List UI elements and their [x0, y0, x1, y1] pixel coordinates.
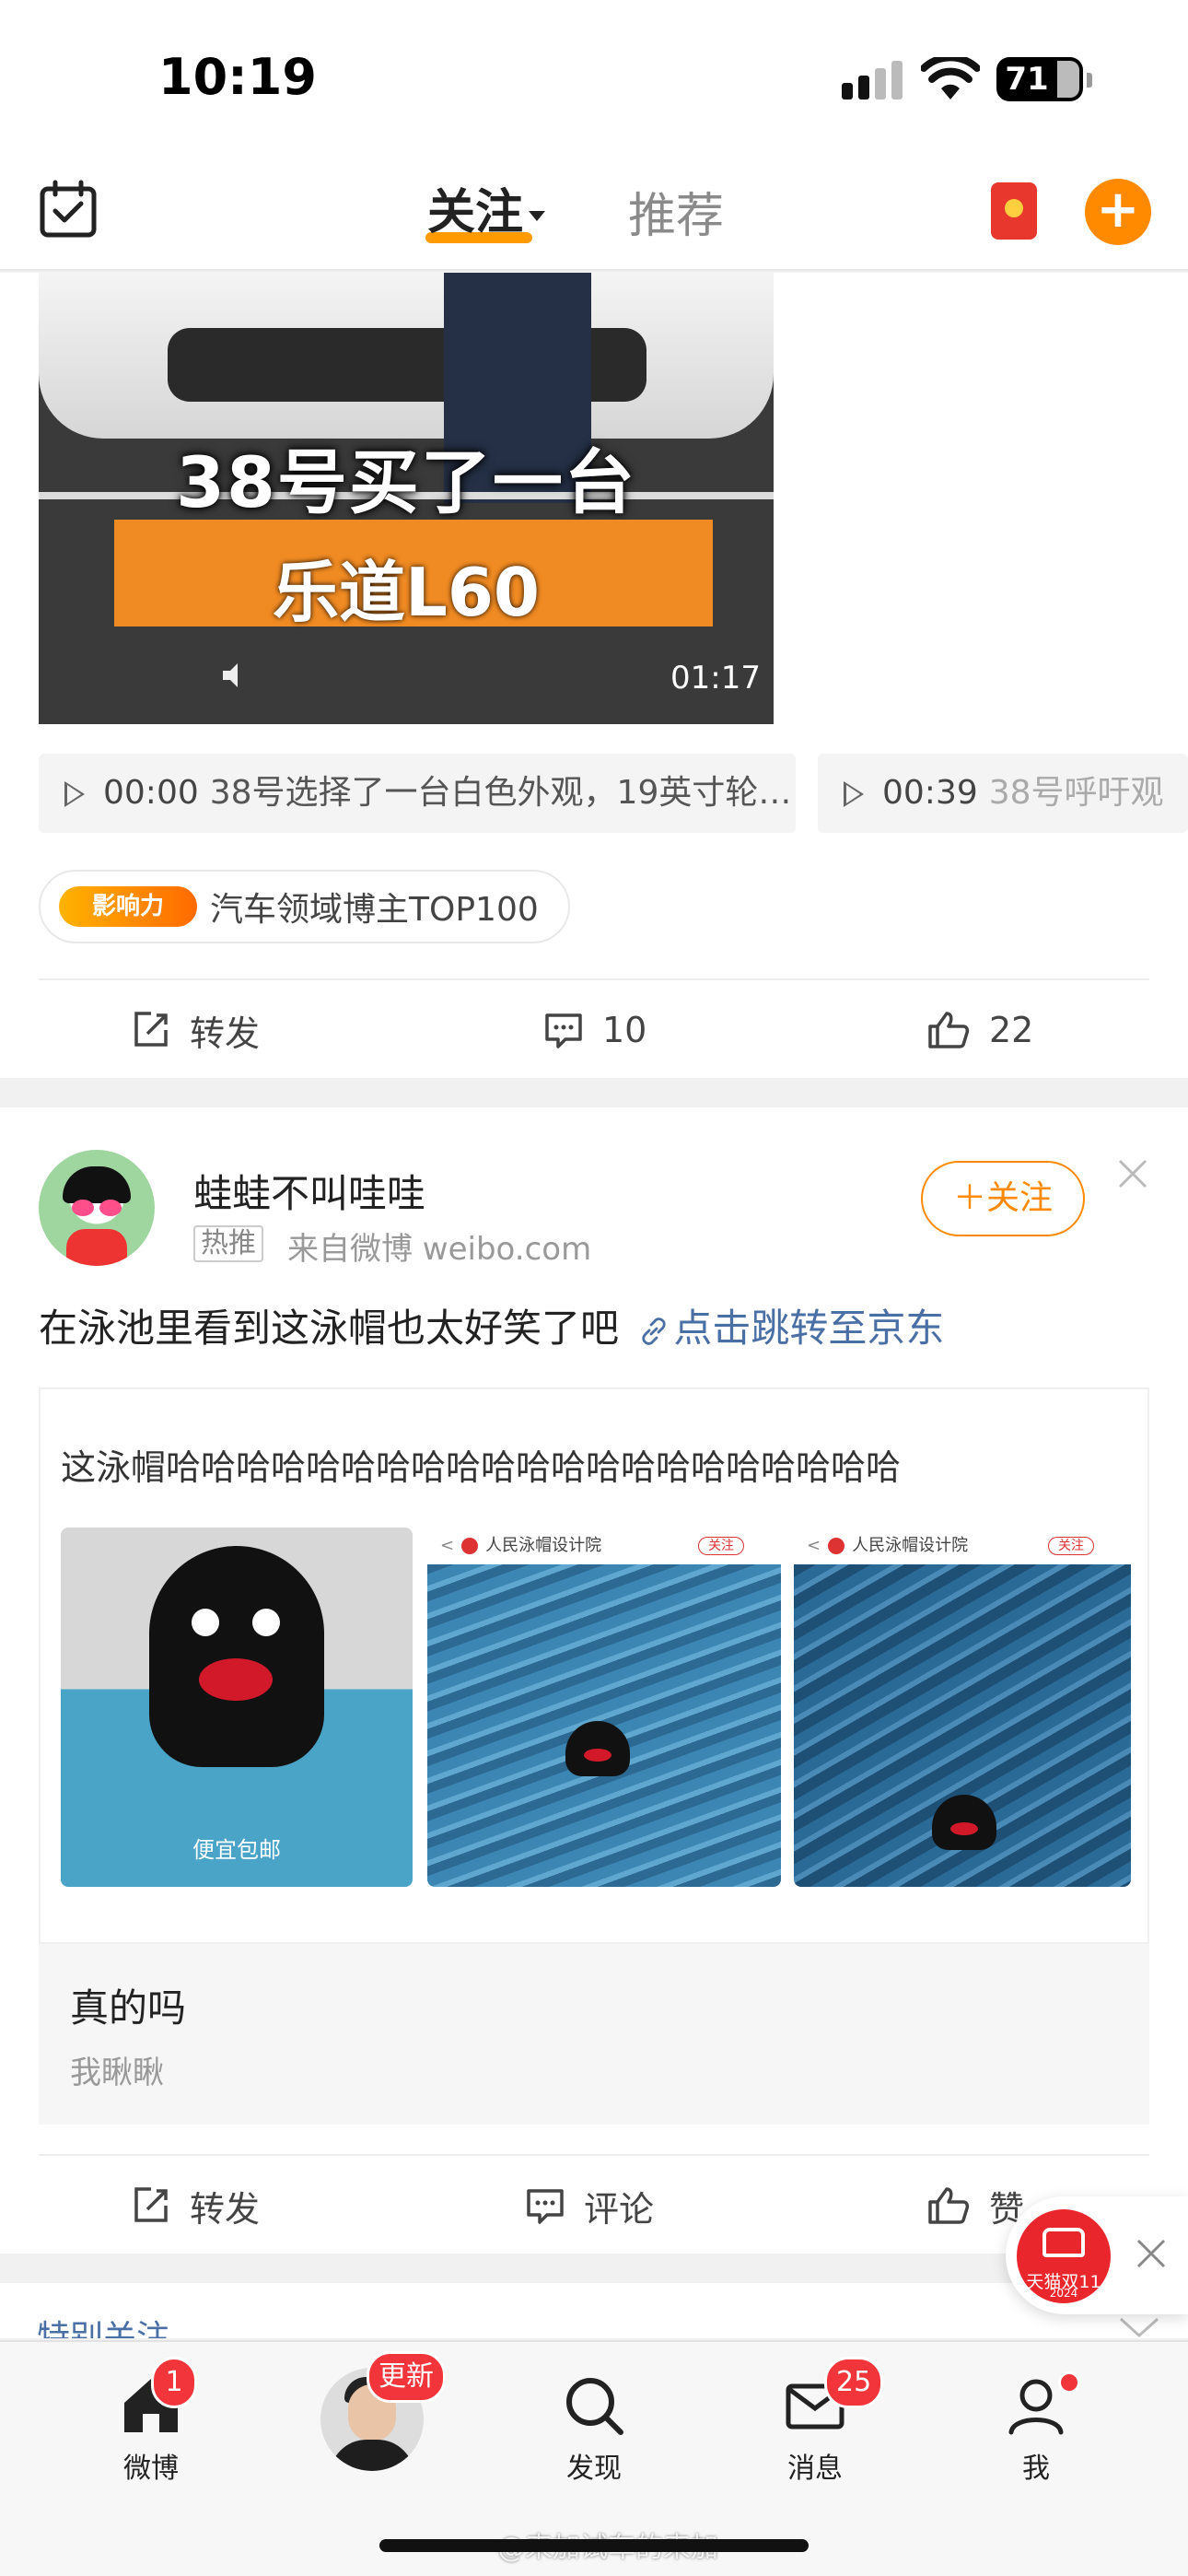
tab-label: 发现	[566, 2453, 622, 2485]
preview-image-header: < 人民泳帽设计院 关注	[794, 1528, 1131, 1564]
status-time: 10:19	[158, 48, 317, 106]
home-indicator	[379, 2539, 809, 2552]
close-icon[interactable]	[1135, 2237, 1168, 2270]
preview-headline: 真的吗	[70, 1985, 187, 2031]
comment-button[interactable]: 10	[543, 980, 646, 1080]
hot-push-tag: 热推	[193, 1225, 263, 1262]
video-player[interactable]: 38号买了一台 乐道L60 01:17	[39, 273, 774, 724]
preview-subline: 我瞅瞅	[70, 2055, 164, 2091]
preview-account-name: 人民泳帽设计院	[485, 1536, 602, 1555]
special-follow-label: 特别关注	[37, 2319, 170, 2338]
mute-icon[interactable]	[221, 660, 239, 691]
repost-label: 转发	[190, 1013, 261, 1054]
comment-icon	[545, 1013, 582, 1048]
compose-button[interactable]: +	[1085, 179, 1151, 245]
tab-label: 我	[1022, 2453, 1050, 2485]
video-caption-line1: 38号买了一台	[176, 441, 636, 523]
influence-badge-icon: 影响力	[59, 886, 197, 927]
user-avatar[interactable]	[39, 1150, 155, 1266]
video-frame-car	[39, 273, 774, 439]
repost-label: 转发	[190, 2188, 261, 2230]
chapter-text: 38号选择了一台白色外观，19英寸轮…	[209, 774, 792, 812]
play-icon	[844, 781, 864, 807]
preview-image-caption: 便宜包邮	[192, 1837, 281, 1863]
chevron-down-icon[interactable]	[1118, 2316, 1160, 2338]
thumbs-up-icon	[928, 2187, 970, 2224]
search-icon	[566, 2378, 623, 2435]
video-chapter-2[interactable]: 00:39 38号呼吁观	[818, 754, 1188, 833]
comment-button[interactable]: 评论	[525, 2156, 654, 2255]
post-action-bar: 转发 10 22	[39, 978, 1149, 1078]
follow-button[interactable]: ＋关注	[921, 1161, 1085, 1236]
preview-image-1: 便宜包邮	[61, 1528, 413, 1887]
preview-image-3: < 人民泳帽设计院 关注	[794, 1528, 1131, 1887]
chapter-time: 00:39	[882, 774, 978, 812]
video-chapter-1[interactable]: 00:00 38号选择了一台白色外观，19英寸轮…	[39, 754, 796, 833]
special-follow-section[interactable]: 特别关注	[0, 2283, 1188, 2338]
tab-me[interactable]: 我	[972, 2368, 1101, 2486]
link-preview-card[interactable]: 这泳帽哈哈哈哈哈哈哈哈哈哈哈哈哈哈哈哈哈哈哈哈哈 便宜包邮 < 人民泳帽设计院 关注…	[39, 1388, 1149, 2125]
tmall-logo[interactable]: 天猫双11 2024	[1017, 2209, 1111, 2303]
influence-badge-label: 汽车领域博主TOP100	[210, 891, 539, 929]
video-duration: 01:17	[670, 660, 761, 697]
tab-recommend[interactable]: 推荐	[628, 177, 724, 246]
jd-link[interactable]: 点击跳转至京东	[673, 1306, 944, 1351]
thumbs-up-icon	[928, 1012, 970, 1048]
video-caption-line2: 乐道L60	[272, 554, 541, 631]
play-icon	[64, 781, 85, 807]
caret-down-icon	[529, 210, 546, 221]
post-action-bar: 转发 评论 赞	[39, 2154, 1149, 2254]
preview-title: 这泳帽哈哈哈哈哈哈哈哈哈哈哈哈哈哈哈哈哈哈哈哈哈	[61, 1447, 902, 1488]
status-bar: 10:19 71	[0, 0, 1188, 157]
comment-icon	[527, 2189, 564, 2224]
top-nav: 关注 推荐 +	[0, 157, 1188, 271]
influence-badge[interactable]: 影响力 汽车领域博主TOP100	[39, 870, 570, 943]
red-packet-icon[interactable]	[991, 182, 1037, 240]
like-button[interactable]: 22	[926, 980, 1033, 1080]
post-source: 来自微博 weibo.com	[287, 1231, 592, 1268]
tab-discover[interactable]: 发现	[530, 2368, 658, 2486]
message-badge: 25	[824, 2357, 884, 2408]
battery-level: 71	[1005, 61, 1049, 98]
like-count: 22	[989, 1010, 1034, 1050]
post-body: 在泳池里看到这泳帽也太好笑了吧	[39, 1306, 620, 1351]
post-card-1: 38号买了一台 乐道L60 01:17 00:00 38号选择了一台白色外观，19…	[0, 273, 1188, 1078]
link-icon	[642, 1317, 667, 1345]
chapter-time: 00:00	[103, 774, 199, 812]
preview-follow-tag: 关注	[698, 1537, 744, 1555]
notification-dot	[1058, 2371, 1080, 2394]
close-icon[interactable]	[1116, 1157, 1149, 1190]
update-badge: 更新	[367, 2351, 446, 2403]
repost-icon	[134, 1012, 168, 1047]
wifi-icon	[921, 57, 980, 100]
preview-image-2: < 人民泳帽设计院 关注	[427, 1528, 781, 1887]
repost-button[interactable]: 转发	[131, 2156, 260, 2255]
preview-account-name: 人民泳帽设计院	[852, 1536, 969, 1555]
comment-count: 10	[602, 1010, 647, 1050]
tab-label: 微博	[123, 2453, 179, 2485]
notification-badge: 1	[151, 2357, 197, 2408]
promo-year: 2024	[1049, 2287, 1078, 2300]
tab-follow[interactable]: 关注	[427, 173, 546, 242]
chapter-text: 38号呼吁观	[988, 774, 1164, 812]
tab-weibo[interactable]: 1 微博	[87, 2357, 215, 2486]
cellular-signal-icon	[842, 61, 903, 100]
preview-follow-tag: 关注	[1048, 1537, 1094, 1555]
preview-image-header: < 人民泳帽设计院 关注	[427, 1528, 781, 1564]
tab-follow-label: 关注	[427, 185, 524, 240]
comment-label: 评论	[584, 2188, 655, 2230]
preview-image-area: 这泳帽哈哈哈哈哈哈哈哈哈哈哈哈哈哈哈哈哈哈哈哈哈 便宜包邮 < 人民泳帽设计院 关注…	[39, 1388, 1149, 1944]
tab-label: 消息	[787, 2453, 843, 2485]
post-card-2: 蛙蛙不叫哇哇 热推 来自微博 weibo.com ＋关注 在泳池里看到这泳帽也太…	[0, 1107, 1188, 2254]
tmall-promo-float[interactable]: 天猫双11 2024	[1006, 2196, 1188, 2314]
calendar-check-icon[interactable]	[39, 180, 98, 239]
repost-icon	[134, 2187, 168, 2222]
post-text: 在泳池里看到这泳帽也太好笑了吧 点击跳转至京东	[39, 1297, 944, 1353]
battery-icon: 71	[996, 57, 1092, 101]
username[interactable]: 蛙蛙不叫哇哇	[193, 1163, 425, 1219]
tab-messages[interactable]: 25 消息	[751, 2357, 884, 2486]
repost-button[interactable]: 转发	[131, 980, 260, 1080]
